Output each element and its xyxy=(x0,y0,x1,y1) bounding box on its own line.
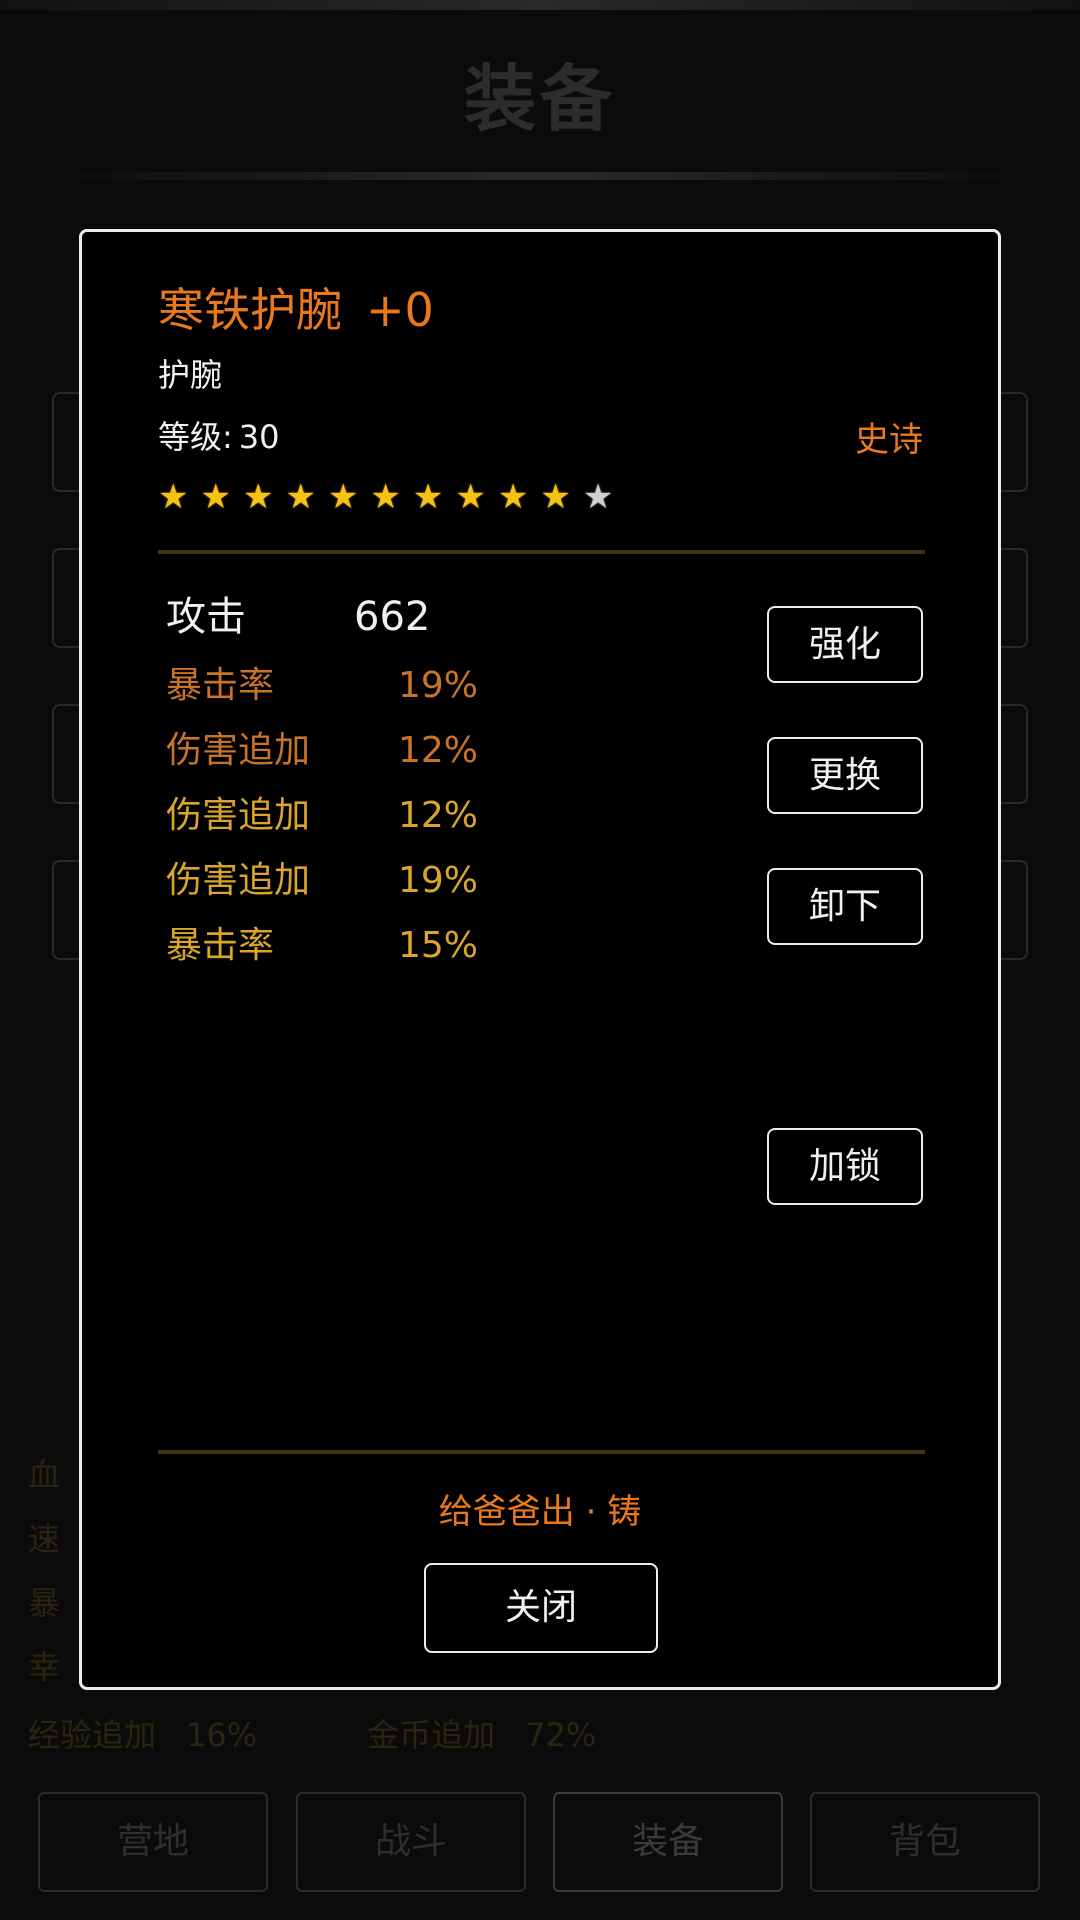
level-value: 30 xyxy=(238,418,280,456)
main-stat: 攻击 662 xyxy=(166,584,430,642)
sub-stat-label: 暴击率 xyxy=(166,665,275,706)
nav-bag-button[interactable]: 背包 xyxy=(810,1792,1040,1892)
sub-stat-label: 伤害追加 xyxy=(166,730,311,771)
bg-stat-speed: 速 xyxy=(28,1520,61,1558)
crafter-label: 给爸爸出 · 铸 xyxy=(438,1492,642,1532)
divider-top xyxy=(158,550,925,554)
exp-bonus-value: 16% xyxy=(186,1716,258,1754)
nav-camp-button[interactable]: 营地 xyxy=(38,1792,268,1892)
gold-bonus-label: 金币追加 xyxy=(367,1716,496,1754)
star-filled-icon: ★ xyxy=(497,477,529,517)
sub-stat: 暴击率 15% xyxy=(166,916,478,968)
sub-stat-value: 19% xyxy=(398,665,479,706)
item-detail-dialog: 寒铁护腕 +0 护腕 等级: 30 史诗 ★ ★ ★ ★ ★ ★ ★ ★ ★ ★ ★ 攻击 662 暴击率… xyxy=(79,229,1001,1690)
sub-stat: 暴击率 19% xyxy=(166,656,478,708)
sub-stat: 伤害追加 12% xyxy=(166,786,478,838)
star-filled-icon: ★ xyxy=(412,477,444,517)
page-title: 装备 xyxy=(463,57,616,141)
star-filled-icon: ★ xyxy=(455,477,486,517)
replace-button[interactable]: 更换 xyxy=(767,737,923,814)
star-filled-icon: ★ xyxy=(370,477,401,517)
sub-stat-value: 15% xyxy=(398,925,479,966)
main-stat-label: 攻击 xyxy=(166,594,246,640)
nav-battle-button[interactable]: 战斗 xyxy=(296,1792,526,1892)
item-name: 寒铁护腕 +0 xyxy=(158,274,434,340)
sub-stat-value: 12% xyxy=(398,795,479,836)
star-filled-icon: ★ xyxy=(242,477,274,517)
item-name-text: 寒铁护腕 xyxy=(158,283,342,337)
level-label: 等级: xyxy=(158,418,233,456)
top-bar-line xyxy=(0,0,1080,10)
nav-equipment-button[interactable]: 装备 xyxy=(553,1792,783,1892)
item-type: 护腕 xyxy=(158,356,223,394)
sub-stat-label: 暴击率 xyxy=(166,925,275,966)
sub-stat-value: 19% xyxy=(398,860,479,901)
enhance-level: +0 xyxy=(366,283,434,337)
bg-stat-bonus-line: 经验追加 16% 金币追加 72% xyxy=(28,1710,626,1756)
divider-bottom xyxy=(158,1450,925,1454)
star-filled-icon: ★ xyxy=(285,477,316,517)
star-filled-icon: ★ xyxy=(327,477,359,517)
lock-button[interactable]: 加锁 xyxy=(767,1128,923,1205)
sub-stat-value: 12% xyxy=(398,730,479,771)
item-level: 等级: 30 xyxy=(158,412,280,458)
main-stat-value: 662 xyxy=(354,594,431,640)
bg-stat-crit: 暴 xyxy=(28,1584,61,1622)
star-filled-icon: ★ xyxy=(200,477,231,517)
star-filled-icon: ★ xyxy=(540,477,571,517)
star-filled-icon: ★ xyxy=(158,477,189,517)
close-button[interactable]: 关闭 xyxy=(424,1563,658,1653)
sub-stat-label: 伤害追加 xyxy=(166,860,311,901)
unequip-button[interactable]: 卸下 xyxy=(767,868,923,945)
rarity-label: 史诗 xyxy=(855,420,923,460)
star-empty-icon: ★ xyxy=(582,477,614,517)
title-divider xyxy=(50,172,1030,180)
bg-stat-luck: 幸 xyxy=(28,1648,61,1686)
exp-bonus-label: 经验追加 xyxy=(28,1716,157,1754)
sub-stat: 伤害追加 19% xyxy=(166,851,478,903)
sub-stat: 伤害追加 12% xyxy=(166,721,478,773)
sub-stat-label: 伤害追加 xyxy=(166,795,311,836)
star-rating: ★ ★ ★ ★ ★ ★ ★ ★ ★ ★ ★ xyxy=(158,480,613,514)
enhance-button[interactable]: 强化 xyxy=(767,606,923,683)
bg-stat-hp: 血 xyxy=(28,1456,61,1494)
gold-bonus-value: 72% xyxy=(525,1716,597,1754)
